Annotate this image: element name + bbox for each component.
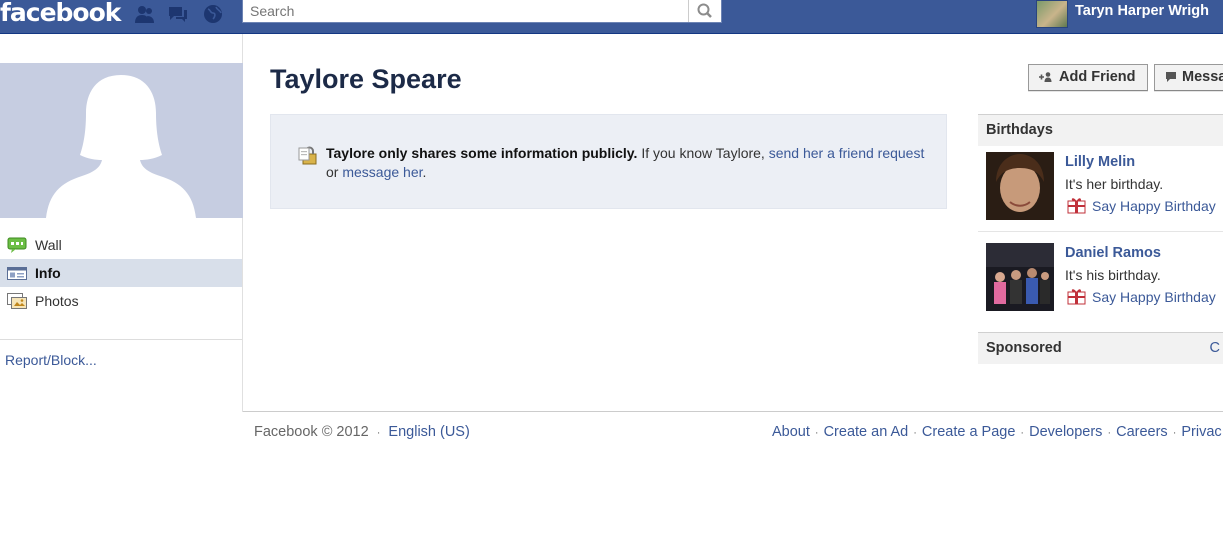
add-friend-button[interactable]: Add Friend bbox=[1028, 64, 1148, 91]
footer-separator: · bbox=[376, 427, 381, 439]
lock-icon bbox=[298, 146, 317, 165]
profile-picture-placeholder[interactable] bbox=[0, 63, 243, 218]
nav-label-wall: Wall bbox=[35, 237, 62, 253]
message-label: Messa bbox=[1182, 69, 1223, 85]
add-friend-icon bbox=[1039, 72, 1052, 82]
footer-links: About · Create an Ad · Create a Page · Develop… bbox=[772, 424, 1222, 440]
send-friend-request-link[interactable]: send her a friend request bbox=[769, 145, 925, 161]
gift-icon bbox=[1067, 289, 1086, 305]
search-button[interactable] bbox=[688, 0, 721, 22]
say-happy-birthday-label: Say Happy Birthday bbox=[1092, 289, 1216, 305]
footer-divider bbox=[243, 411, 1223, 412]
privacy-notice-mid: or bbox=[326, 164, 343, 180]
gift-icon bbox=[1067, 198, 1086, 214]
birthday-note: It's his birthday. bbox=[1065, 267, 1161, 283]
privacy-notice-end: . bbox=[422, 164, 427, 180]
footer-separator: · bbox=[1107, 427, 1112, 439]
nav-label-info: Info bbox=[35, 265, 61, 281]
footer-left: Facebook © 2012 · English (US) bbox=[254, 424, 470, 440]
messages-icon[interactable] bbox=[167, 4, 189, 24]
say-happy-birthday-link[interactable]: Say Happy Birthday bbox=[1067, 288, 1216, 305]
nav-divider bbox=[0, 339, 242, 340]
friend-requests-icon[interactable] bbox=[134, 4, 156, 24]
privacy-notice-bold: Taylore only shares some information pub… bbox=[326, 145, 638, 161]
birthday-person-name[interactable]: Lilly Melin bbox=[1065, 154, 1135, 170]
left-column: Wall Info Photos Report/Block... bbox=[0, 34, 243, 412]
birthday-item: Lilly Melin It's her birthday. Say Happy… bbox=[978, 152, 1223, 222]
privacy-notice: Taylore only shares some information pub… bbox=[270, 114, 947, 209]
magnifier-icon bbox=[697, 3, 712, 18]
birthday-item: Daniel Ramos It's his birthday. Say Happ… bbox=[978, 243, 1223, 313]
message-icon bbox=[1166, 72, 1176, 82]
sponsored-create-link[interactable]: C bbox=[1210, 333, 1220, 364]
birthday-person-photo[interactable] bbox=[986, 243, 1054, 311]
add-friend-label: Add Friend bbox=[1059, 69, 1136, 85]
user-avatar[interactable] bbox=[1036, 0, 1068, 28]
facebook-logo[interactable]: facebook bbox=[0, 0, 121, 27]
footer-link-developers[interactable]: Developers bbox=[1029, 424, 1102, 440]
nav-item-info[interactable]: Info bbox=[0, 259, 242, 287]
birthday-divider bbox=[978, 231, 1223, 232]
privacy-notice-pre: If you know Taylore, bbox=[637, 145, 769, 161]
sponsored-header: Sponsored C bbox=[978, 332, 1223, 364]
birthdays-heading: Birthdays bbox=[986, 122, 1053, 138]
birthday-person-name[interactable]: Daniel Ramos bbox=[1065, 245, 1161, 261]
person-photo-icon bbox=[986, 152, 1054, 220]
search-input[interactable] bbox=[243, 0, 689, 22]
footer-separator: · bbox=[1020, 427, 1025, 439]
profile-name: Taylore Speare bbox=[270, 64, 462, 94]
footer-separator: · bbox=[1172, 427, 1177, 439]
say-happy-birthday-link[interactable]: Say Happy Birthday bbox=[1067, 197, 1216, 214]
footer-separator: · bbox=[913, 427, 917, 439]
report-block-link[interactable]: Report/Block... bbox=[5, 352, 97, 368]
sponsored-heading: Sponsored bbox=[986, 340, 1062, 356]
group-photo-icon bbox=[986, 243, 1054, 311]
footer-link-about[interactable]: About bbox=[772, 424, 810, 440]
nav-label-photos: Photos bbox=[35, 293, 79, 309]
message-her-link[interactable]: message her bbox=[342, 164, 422, 180]
footer-copyright: Facebook © 2012 bbox=[254, 424, 369, 440]
wall-icon bbox=[7, 237, 27, 253]
footer-link-create-ad[interactable]: Create an Ad bbox=[824, 424, 909, 440]
search-box bbox=[242, 0, 722, 23]
say-happy-birthday-label: Say Happy Birthday bbox=[1092, 198, 1216, 214]
birthdays-header: Birthdays bbox=[978, 114, 1223, 146]
notifications-globe-icon[interactable] bbox=[202, 4, 224, 24]
photos-icon bbox=[7, 293, 27, 309]
top-bar: facebook Taryn Harper Wrigh bbox=[0, 0, 1223, 34]
birthday-note: It's her birthday. bbox=[1065, 176, 1164, 192]
footer-link-privacy[interactable]: Privac bbox=[1181, 424, 1221, 440]
message-button[interactable]: Messa bbox=[1154, 64, 1223, 91]
nav-item-photos[interactable]: Photos bbox=[0, 287, 242, 315]
footer-language-link[interactable]: English (US) bbox=[388, 424, 469, 440]
footer-link-create-page[interactable]: Create a Page bbox=[922, 424, 1016, 440]
silhouette-icon bbox=[46, 75, 196, 218]
user-name[interactable]: Taryn Harper Wrigh bbox=[1075, 3, 1209, 19]
privacy-notice-text: Taylore only shares some information pub… bbox=[326, 144, 926, 182]
birthday-person-photo[interactable] bbox=[986, 152, 1054, 220]
nav-item-wall[interactable]: Wall bbox=[0, 231, 242, 259]
footer-separator: · bbox=[814, 427, 819, 439]
footer-link-careers[interactable]: Careers bbox=[1116, 424, 1168, 440]
profile-nav: Wall Info Photos bbox=[0, 231, 242, 315]
info-icon bbox=[7, 267, 27, 280]
